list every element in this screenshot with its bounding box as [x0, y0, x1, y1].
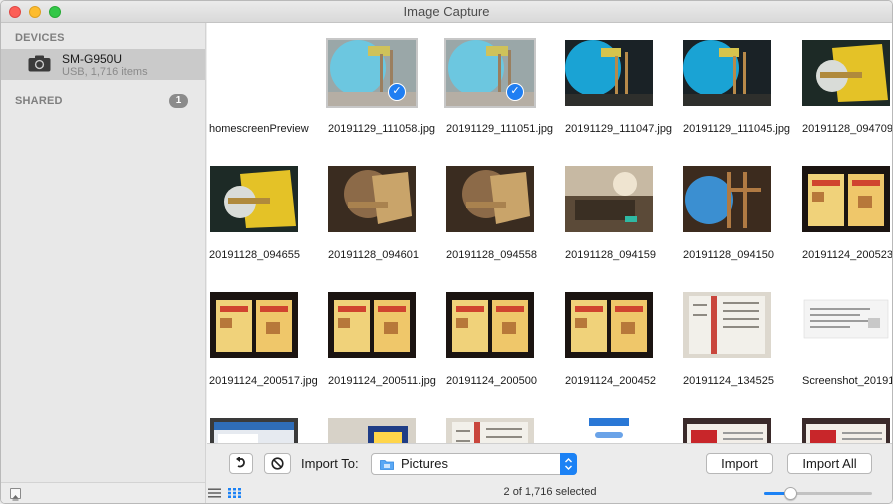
devices-header: DEVICES: [15, 32, 65, 44]
sidebar-item-device[interactable]: SM-G950U USB, 1,716 items: [1, 49, 205, 80]
prohibited-icon: [271, 457, 284, 470]
import-destination-popup[interactable]: Pictures: [371, 453, 577, 475]
thumbnail-cell[interactable]: 20191128_094601: [326, 149, 444, 275]
delete-button[interactable]: [264, 453, 291, 474]
minimize-window-button[interactable]: [29, 6, 41, 18]
thumbnail-cell[interactable]: 20191129_111047.jpg: [563, 23, 681, 149]
thumbnail-cell[interactable]: [444, 401, 562, 443]
thumbnail-image[interactable]: [210, 166, 298, 232]
thumbnail-caption: 20191128_094601: [328, 249, 419, 261]
import-button[interactable]: Import: [706, 453, 773, 474]
close-window-button[interactable]: [9, 6, 21, 18]
thumbnail-caption: 20191124_134525: [683, 375, 774, 387]
thumbnail-image[interactable]: [683, 40, 771, 106]
bottom-toolbar: Import To: Pictures Import Import All 2 …: [207, 443, 892, 503]
thumbnail-caption: homescreenPreview: [209, 123, 309, 135]
thumbnail-caption: 20191124_200452: [565, 375, 656, 387]
thumbnail-caption: 20191128_094655: [209, 249, 300, 261]
thumbnail-image[interactable]: [802, 166, 890, 232]
thumbnail-caption: 20191129_111058.jpg: [328, 123, 436, 135]
selected-checkmark-icon: ✓: [506, 83, 524, 101]
thumbnail-cell[interactable]: 20191124_200452: [563, 275, 681, 401]
thumbnail-grid[interactable]: homescreenPreview ✓ 20191129_111058.jpg ✓ 20…: [207, 23, 893, 443]
thumbnail-caption: 20191124_200511.jpg: [328, 375, 436, 387]
thumbnail-image[interactable]: [565, 292, 653, 358]
thumbnail-cell[interactable]: [681, 401, 799, 443]
title-bar: Image Capture: [1, 1, 892, 23]
thumbnail-caption: Screenshot_20191: [802, 375, 893, 387]
thumbnail-image[interactable]: [446, 166, 534, 232]
thumbnail-image[interactable]: [683, 292, 771, 358]
thumbnail-caption: 20191124_200517.jpg: [209, 375, 318, 387]
chevron-updown-icon: [560, 453, 577, 475]
thumbnail-cell[interactable]: [326, 401, 444, 443]
thumbnail-image[interactable]: [446, 292, 534, 358]
thumbnail-cell[interactable]: 20191128_094159: [563, 149, 681, 275]
thumbnail-caption: 20191128_094150: [683, 249, 774, 261]
thumbnail-cell[interactable]: [800, 401, 892, 443]
thumbnail-caption: 20191128_094159: [565, 249, 656, 261]
image-capture-window: Image Capture DEVICES SM-G950U USB, 1,71…: [0, 0, 893, 504]
thumbnail-image[interactable]: [328, 166, 416, 232]
thumbnail-caption: 20191129_111045.jpg: [683, 123, 791, 135]
thumbnail-image[interactable]: [802, 292, 890, 358]
thumbnail-image[interactable]: [328, 418, 416, 443]
camera-icon: [28, 55, 51, 72]
thumbnail-cell[interactable]: 20191129_111045.jpg: [681, 23, 799, 149]
thumbnail-size-slider-knob[interactable]: [784, 487, 797, 500]
thumbnail-image[interactable]: [210, 418, 298, 443]
thumbnail-caption: 20191129_111051.jpg: [446, 123, 554, 135]
thumbnail-image[interactable]: [446, 418, 534, 443]
thumbnail-caption: 20191124_200500: [446, 375, 537, 387]
thumbnail-cell[interactable]: 20191124_200511.jpg: [326, 275, 444, 401]
folder-icon: [380, 460, 394, 470]
import-all-button[interactable]: Import All: [787, 453, 872, 474]
zoom-window-button[interactable]: [49, 6, 61, 18]
thumbnail-image[interactable]: [802, 418, 890, 443]
thumbnail-image[interactable]: [565, 40, 653, 106]
thumbnail-cell[interactable]: Screenshot_20191: [800, 275, 893, 401]
shared-header: SHARED: [15, 95, 63, 107]
thumbnail-cell[interactable]: 20191124_200517.jpg: [207, 275, 325, 401]
import-destination-value: Pictures: [401, 456, 448, 471]
thumbnail-cell[interactable]: 20191124_134525: [681, 275, 799, 401]
thumbnail-caption: 20191128_094709: [802, 123, 893, 135]
thumbnail-image[interactable]: [210, 292, 298, 358]
thumbnail-cell[interactable]: 20191128_094709: [800, 23, 893, 149]
window-title: Image Capture: [403, 4, 490, 19]
thumbnail-cell[interactable]: 20191124_200523: [800, 149, 893, 275]
sidebar-footer: [1, 482, 205, 503]
thumbnail-caption: 20191124_200523: [802, 249, 893, 261]
shared-count-badge[interactable]: 1: [169, 94, 188, 108]
thumbnail-cell[interactable]: [563, 401, 681, 443]
selected-checkmark-icon: ✓: [388, 83, 406, 101]
rotate-left-icon: [236, 456, 245, 468]
thumbnail-cell[interactable]: ✓ 20191129_111058.jpg: [326, 23, 444, 149]
eject-icon: [12, 495, 19, 501]
thumbnail-cell[interactable]: ✓ 20191129_111051.jpg: [444, 23, 562, 149]
thumbnail-image[interactable]: [565, 166, 653, 232]
thumbnail-image[interactable]: [683, 418, 771, 443]
thumbnail-cell[interactable]: 20191128_094150: [681, 149, 799, 275]
thumbnail-image[interactable]: [683, 166, 771, 232]
thumbnail-caption: 20191129_111047.jpg: [565, 123, 673, 135]
sidebar: DEVICES SM-G950U USB, 1,716 items SHARED…: [1, 23, 206, 503]
thumbnail-image[interactable]: [802, 40, 890, 106]
thumbnail-image[interactable]: [328, 292, 416, 358]
rotate-button[interactable]: [229, 453, 253, 474]
thumbnail-cell[interactable]: homescreenPreview: [207, 23, 325, 149]
eject-button[interactable]: [10, 488, 21, 501]
thumbnail-caption: 20191128_094558: [446, 249, 537, 261]
thumbnail-cell[interactable]: 20191124_200500: [444, 275, 562, 401]
import-to-label: Import To:: [301, 456, 359, 471]
device-subtitle: USB, 1,716 items: [62, 66, 148, 78]
thumbnail-cell[interactable]: 20191128_094655: [207, 149, 325, 275]
thumbnail-image[interactable]: [565, 418, 653, 443]
device-name: SM-G950U: [62, 52, 123, 66]
thumbnail-cell[interactable]: [207, 401, 325, 443]
thumbnail-cell[interactable]: 20191128_094558: [444, 149, 562, 275]
